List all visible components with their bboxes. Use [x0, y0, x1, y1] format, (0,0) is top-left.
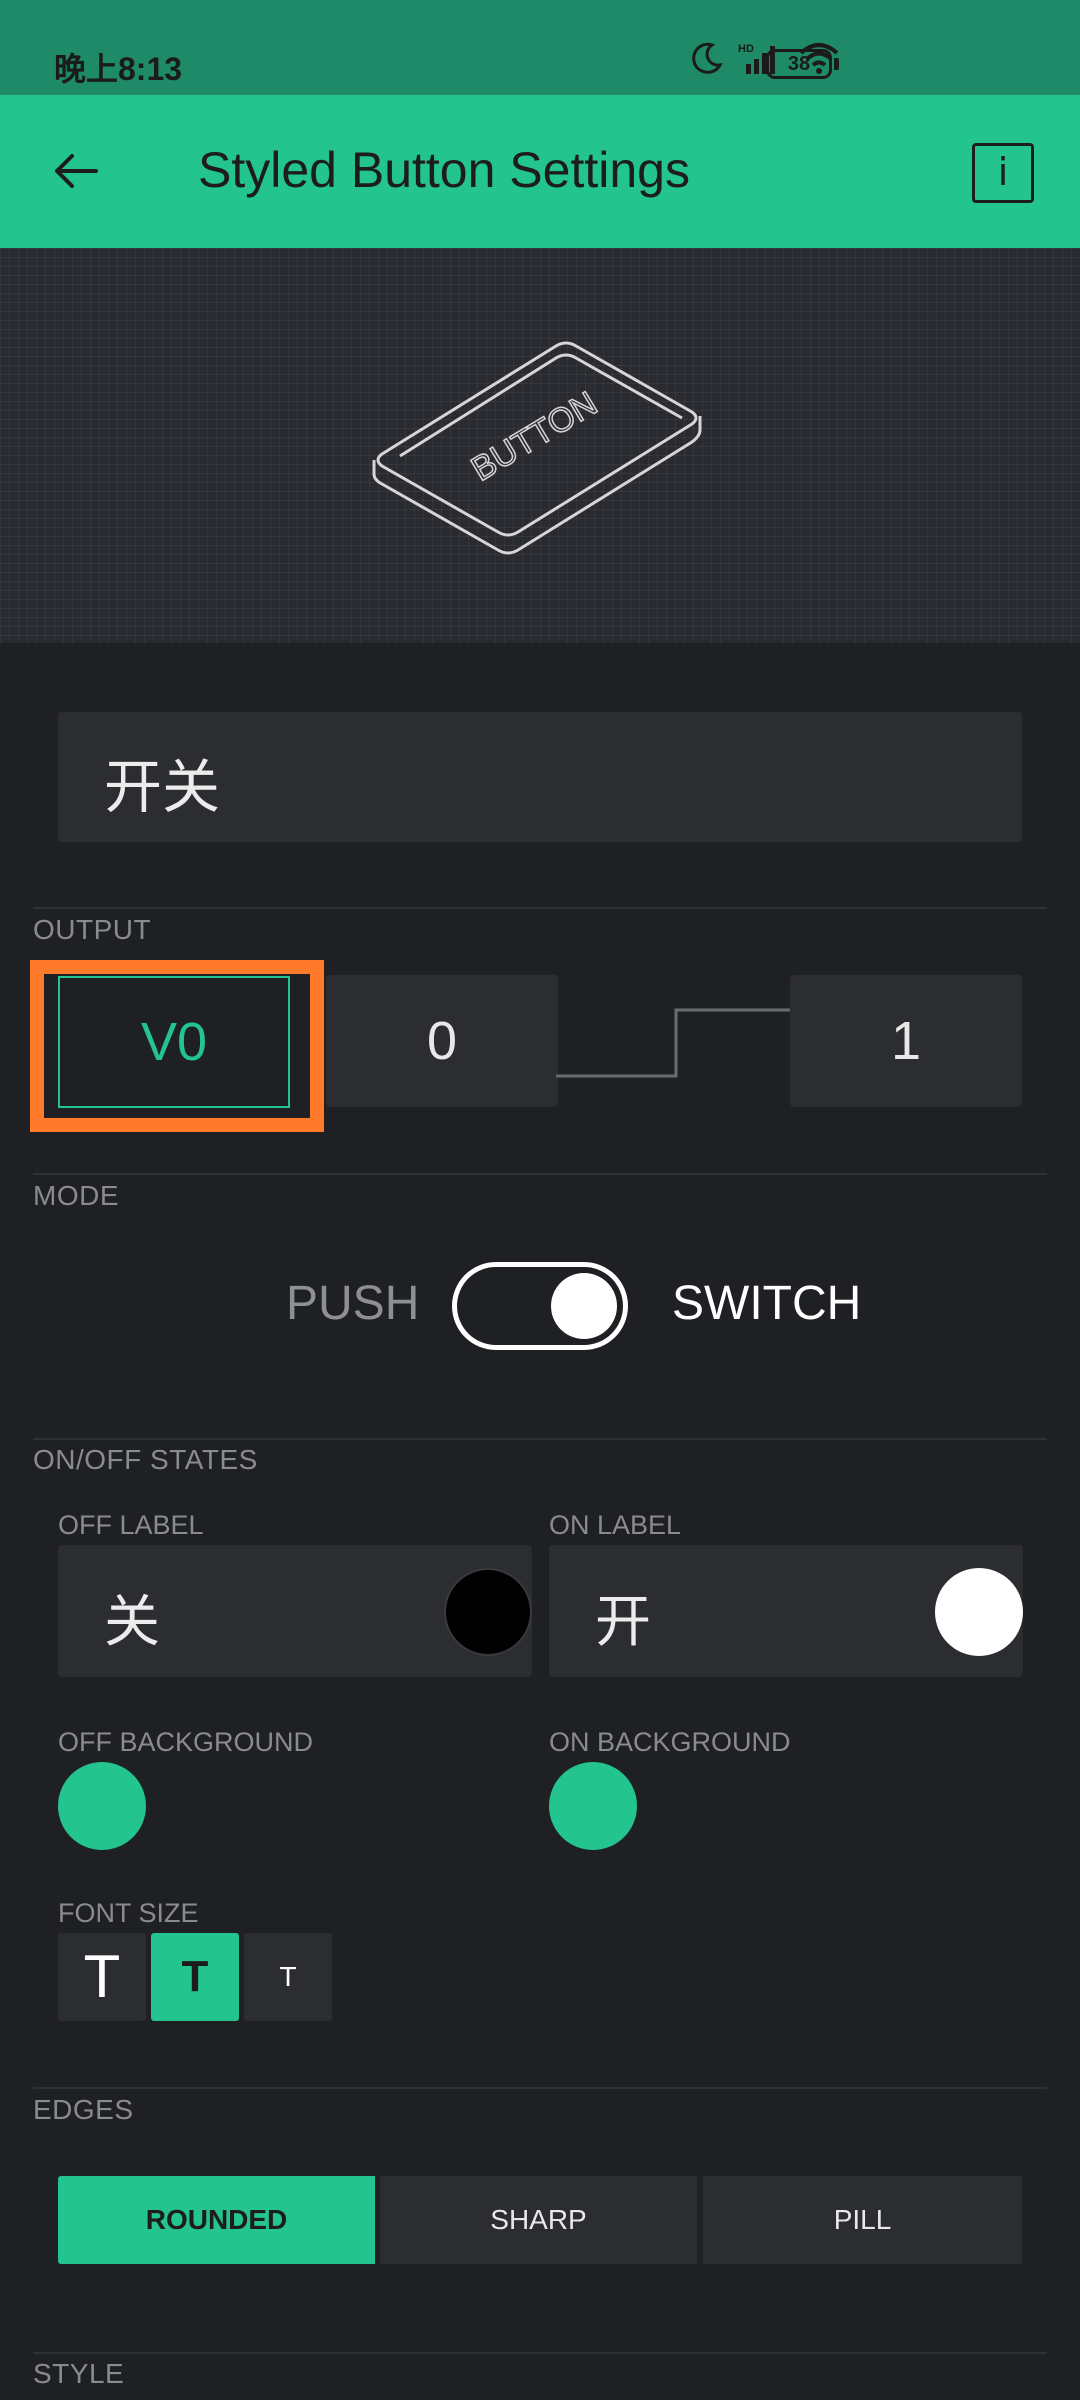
page-title: Styled Button Settings [198, 142, 690, 198]
font-size-large-button[interactable]: T [58, 1933, 146, 2021]
edge-sharp-button[interactable]: SHARP [380, 2176, 697, 2264]
widget-name-value: 开关 [104, 753, 221, 821]
mode-toggle[interactable] [452, 1262, 628, 1350]
widget-preview: BUTTON [0, 248, 1080, 643]
back-button[interactable] [38, 133, 114, 209]
font-size-title: FONT SIZE [58, 1898, 199, 1928]
divider [33, 1173, 1047, 1175]
pin-value: V0 [140, 1012, 208, 1072]
mode-push-label: PUSH [286, 1277, 420, 1330]
widget-name-input[interactable]: 开关 [58, 712, 1022, 842]
on-label-input[interactable]: 开 [549, 1545, 1023, 1677]
on-label-title: ON LABEL [549, 1510, 682, 1540]
off-label-title: OFF LABEL [58, 1510, 204, 1540]
output-section-label: OUTPUT [33, 914, 152, 945]
off-label-value: 关 [104, 1590, 160, 1655]
status-bar: 晚上8:13 HD 38 [0, 0, 1080, 95]
output-on-value-input[interactable]: 1 [790, 975, 1022, 1107]
arrow-left-icon [55, 154, 98, 188]
button-illustration-icon: BUTTON [372, 341, 702, 555]
network-type-label: HD [738, 43, 754, 55]
edge-rounded-button[interactable]: ROUNDED [58, 2176, 375, 2264]
app-bar: Styled Button Settings i [0, 95, 1080, 248]
battery-tip [834, 58, 839, 70]
output-off-value-input[interactable]: 0 [326, 975, 558, 1107]
toggle-knob [551, 1273, 617, 1339]
off-label-color-picker[interactable] [444, 1568, 532, 1656]
font-size-small-button[interactable]: T [244, 1933, 332, 2021]
off-label-input[interactable]: 关 [58, 1545, 532, 1677]
on-label-value: 开 [595, 1590, 651, 1655]
info-button[interactable]: i [972, 143, 1034, 203]
font-size-medium-button[interactable]: T [151, 1933, 239, 2021]
edge-pill-button[interactable]: PILL [703, 2176, 1022, 2264]
divider [33, 2352, 1047, 2354]
off-background-title: OFF BACKGROUND [58, 1727, 314, 1757]
on-background-color-picker[interactable] [549, 1762, 637, 1850]
pin-selector[interactable]: V0 [58, 976, 290, 1108]
states-section-label: ON/OFF STATES [33, 1444, 258, 1475]
illustration-label: BUTTON [465, 384, 604, 488]
status-time: 晚上8:13 [54, 51, 183, 87]
output-step-icon [556, 1008, 790, 1078]
style-section-label: STYLE [33, 2358, 125, 2389]
moon-icon [692, 42, 723, 74]
on-label-color-picker[interactable] [935, 1568, 1023, 1656]
mode-switch-label: SWITCH [672, 1277, 862, 1330]
off-background-color-picker[interactable] [58, 1762, 146, 1850]
battery-icon: 38 [766, 49, 832, 79]
on-background-title: ON BACKGROUND [549, 1727, 791, 1757]
edges-section-label: EDGES [33, 2094, 134, 2125]
divider [33, 907, 1047, 909]
divider [33, 2087, 1047, 2089]
divider [33, 1438, 1047, 1440]
mode-section-label: MODE [33, 1180, 119, 1211]
